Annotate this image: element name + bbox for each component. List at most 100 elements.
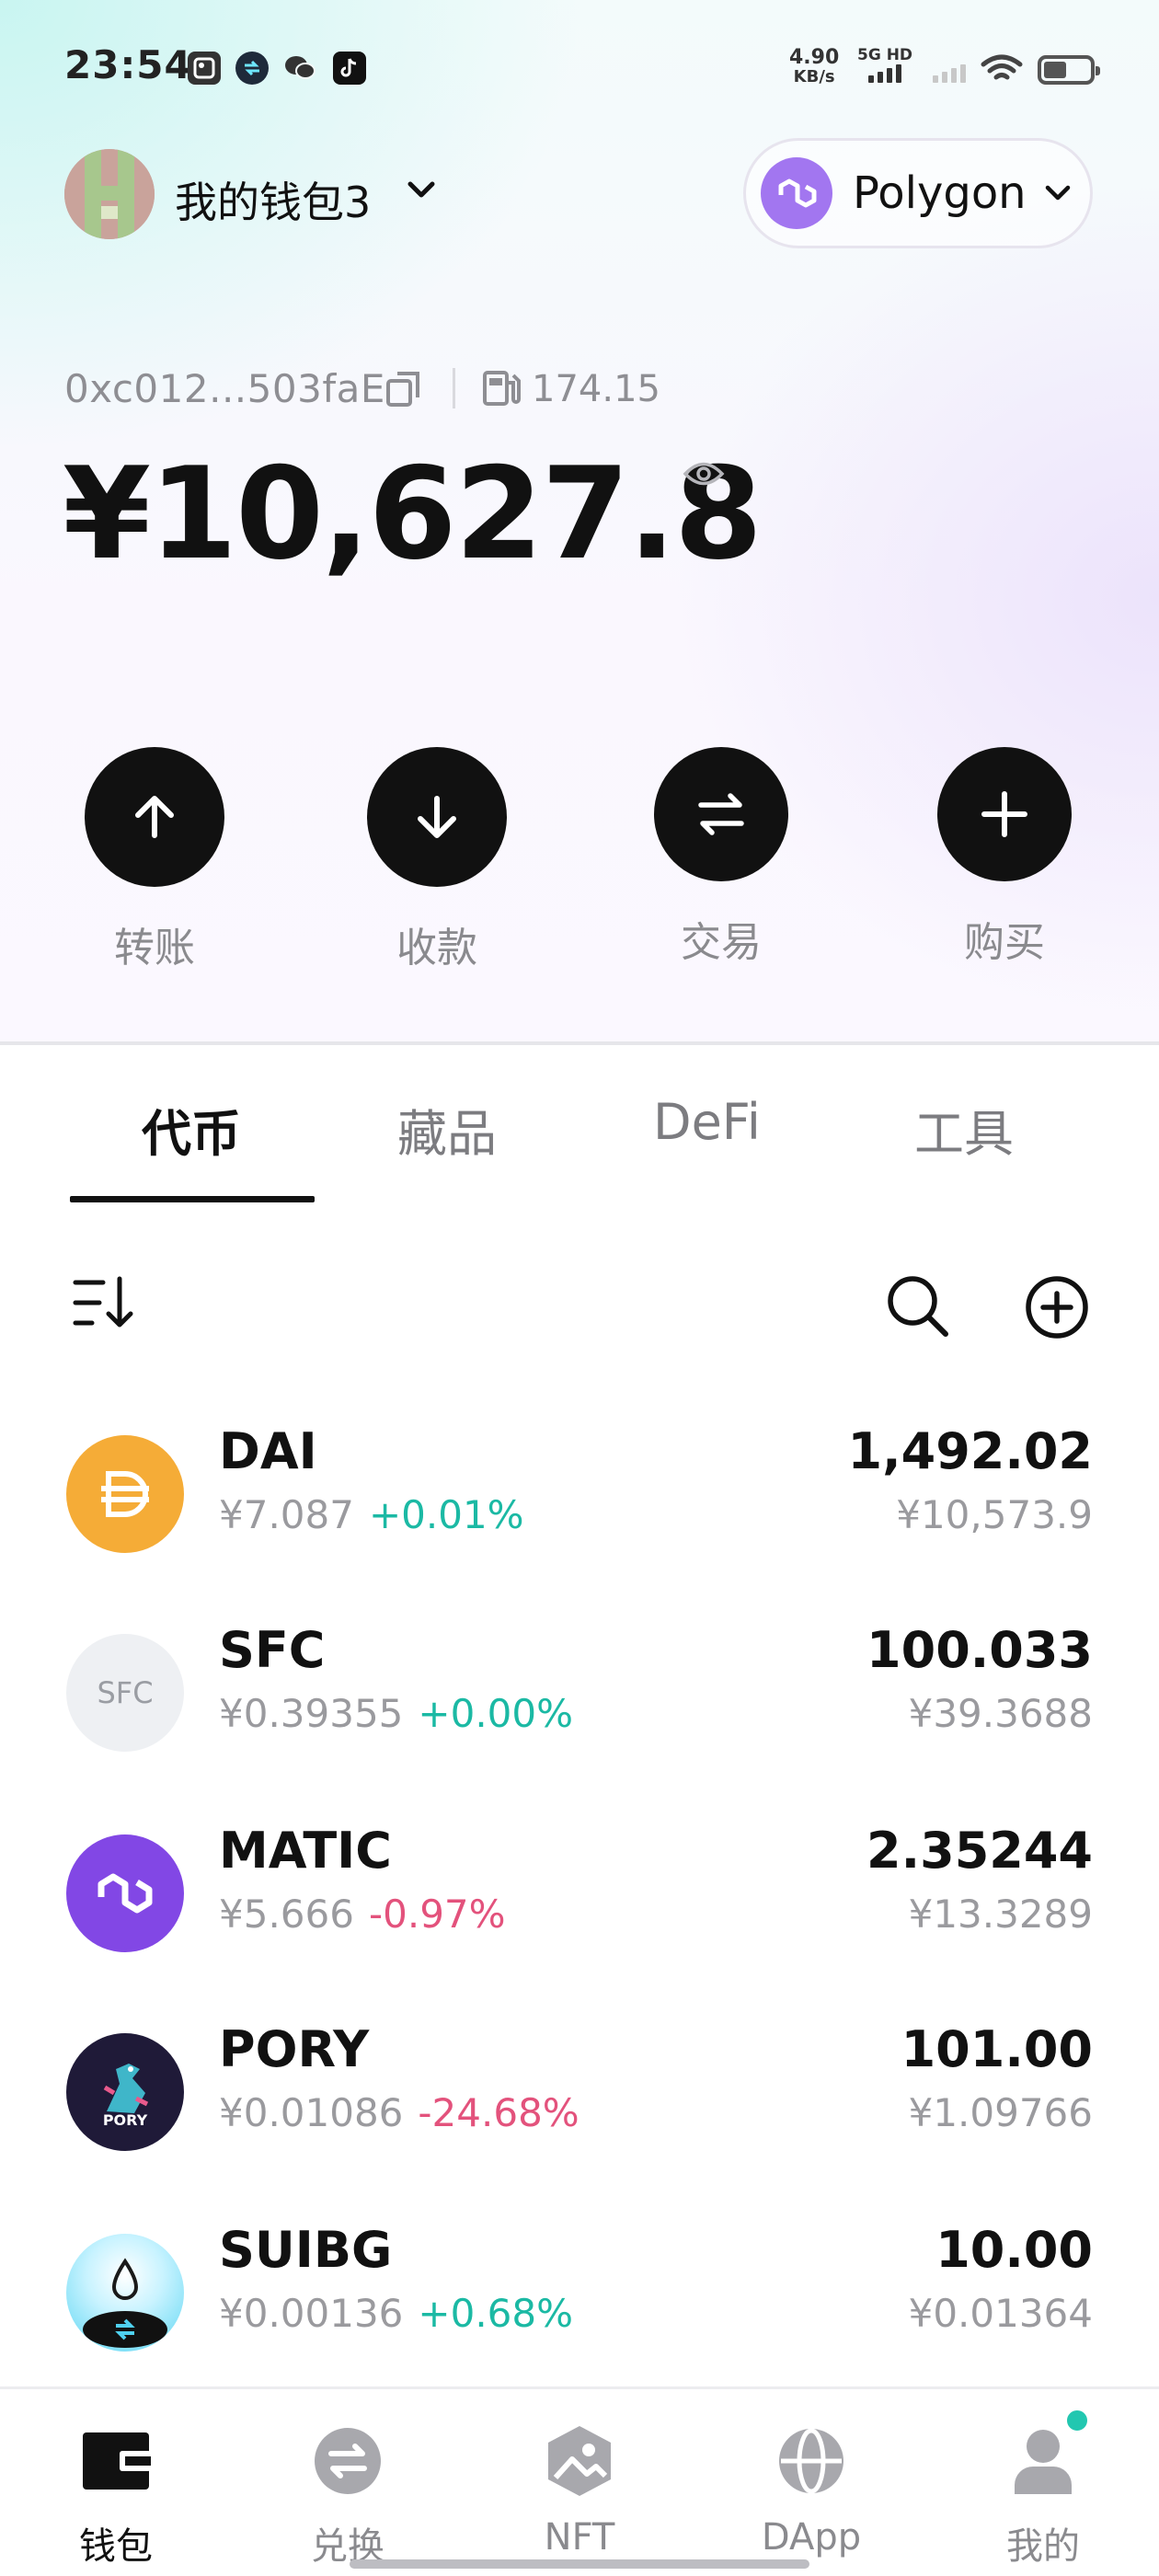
signal-secondary-icon [933, 64, 966, 83]
tab-defi[interactable]: DeFi [653, 1093, 761, 1151]
token-symbol: SUIBG [219, 2221, 393, 2279]
nav-profile-label: 我的 [1006, 2525, 1080, 2568]
chevron-down-icon [1045, 185, 1070, 201]
token-row-dai[interactable]: DAI ¥7.087 +0.01% 1,492.02 ¥10,573.9 [0, 1422, 1159, 1601]
avatar[interactable] [64, 149, 155, 239]
token-row-matic[interactable]: MATIC ¥5.666 -0.97% 2.35244 ¥13.3289 [0, 1822, 1159, 2000]
token-amount: 2.35244 [866, 1822, 1093, 1880]
token-change: -24.68% [418, 2090, 580, 2135]
eye-icon[interactable] [683, 460, 725, 488]
wifi-icon [981, 54, 1023, 80]
dapp-globe-icon [719, 2422, 903, 2500]
add-token-icon[interactable] [1025, 1275, 1089, 1340]
nav-exchange[interactable]: 兑换 [256, 2422, 440, 2570]
tab-tools[interactable]: 工具 [914, 1093, 1014, 1166]
nav-nft-label: NFT [544, 2516, 615, 2559]
token-value: ¥39.3688 [908, 1691, 1093, 1736]
nav-dapp[interactable]: DApp [719, 2422, 903, 2559]
token-price: ¥0.00136 +0.68% [219, 2291, 574, 2336]
signal-icon [868, 64, 901, 83]
nav-wallet-label: 钱包 [79, 2525, 153, 2568]
buy-button[interactable]: 购买 [931, 747, 1078, 968]
sync-app-icon [235, 52, 269, 85]
token-row-sfc[interactable]: SFC SFC ¥0.39355 +0.00% 100.033 ¥39.3688 [0, 1621, 1159, 1800]
nav-nft[interactable]: NFT [488, 2422, 671, 2559]
token-value: ¥0.01364 [908, 2291, 1093, 2336]
swap-icon [654, 747, 788, 881]
home-indicator[interactable] [350, 2559, 809, 2569]
address-divider [453, 368, 455, 408]
token-price: ¥0.01086 -24.68% [219, 2090, 580, 2135]
token-row-suibg[interactable]: SUIBG ¥0.00136 +0.68% 10.00 ¥0.01364 [0, 2221, 1159, 2399]
suibg-logo-icon [66, 2234, 184, 2352]
profile-icon [951, 2422, 1135, 2500]
token-symbol: PORY [219, 2020, 370, 2078]
token-symbol: SFC [219, 1621, 326, 1679]
send-label: 转账 [114, 925, 195, 972]
pory-logo-text: PORY [102, 2110, 148, 2129]
token-change: +0.01% [368, 1492, 524, 1537]
token-value: ¥1.09766 [908, 2090, 1093, 2135]
buy-label: 购买 [964, 919, 1045, 966]
token-amount: 101.00 [901, 2020, 1093, 2078]
chain-selector[interactable]: Polygon [743, 138, 1093, 248]
gallery-app-icon [188, 52, 221, 85]
polygon-logo-icon [761, 157, 832, 229]
nav-wallet[interactable]: 钱包 [24, 2422, 208, 2570]
token-change: +0.68% [418, 2291, 574, 2336]
sort-icon[interactable] [72, 1275, 136, 1332]
token-value: ¥13.3289 [908, 1892, 1093, 1937]
nav-profile[interactable]: 我的 [951, 2422, 1135, 2570]
wechat-icon [283, 52, 316, 85]
sfc-logo-text: SFC [97, 1675, 154, 1710]
battery-icon [1038, 55, 1100, 85]
wallet-name[interactable]: 我的钱包3 [175, 169, 371, 230]
status-time: 23:54 [64, 42, 192, 87]
bottom-navigation: 钱包 兑换 NFT DApp 我的 [0, 2386, 1159, 2576]
token-amount: 10.00 [935, 2221, 1093, 2279]
send-button[interactable]: 转账 [81, 747, 228, 973]
wallet-icon [24, 2422, 208, 2500]
pory-logo-icon: PORY [66, 2033, 184, 2151]
sfc-logo-icon: SFC [66, 1634, 184, 1752]
wallet-address: 0xc012...503faE [64, 366, 385, 411]
dai-logo-icon [66, 1435, 184, 1553]
token-change: +0.00% [418, 1691, 574, 1736]
active-tab-indicator [70, 1196, 315, 1202]
tiktok-icon [333, 52, 366, 85]
gas-pump-icon [483, 371, 521, 406]
total-balance: ¥10,627.8 [63, 440, 763, 588]
token-change: -0.97% [368, 1892, 506, 1937]
arrow-down-icon [367, 747, 507, 887]
tab-collectibles[interactable]: 藏品 [397, 1093, 497, 1166]
gas-fee-value: 174.15 [532, 368, 660, 410]
receive-button[interactable]: 收款 [363, 747, 511, 973]
search-icon[interactable] [885, 1273, 951, 1340]
section-divider [0, 1041, 1159, 1045]
tab-tokens[interactable]: 代币 [142, 1093, 241, 1166]
token-price: ¥7.087 +0.01% [219, 1492, 524, 1537]
nft-icon [488, 2422, 671, 2500]
network-type-label: 5G HD [857, 46, 913, 64]
notification-dot [1063, 2407, 1091, 2434]
token-amount: 1,492.02 [847, 1422, 1093, 1480]
trade-button[interactable]: 交易 [648, 747, 795, 968]
matic-logo-icon [66, 1834, 184, 1952]
token-price: ¥0.39355 +0.00% [219, 1691, 574, 1736]
token-symbol: DAI [219, 1422, 317, 1480]
token-symbol: MATIC [219, 1822, 392, 1880]
chain-name: Polygon [853, 167, 1027, 219]
token-amount: 100.033 [866, 1621, 1093, 1679]
trade-label: 交易 [681, 919, 762, 966]
exchange-icon [256, 2422, 440, 2500]
plus-icon [937, 747, 1072, 881]
token-row-pory[interactable]: PORY PORY ¥0.01086 -24.68% 101.00 ¥1.0976… [0, 2020, 1159, 2199]
nav-dapp-label: DApp [761, 2516, 862, 2559]
receive-label: 收款 [396, 925, 477, 972]
token-value: ¥10,573.9 [896, 1492, 1093, 1537]
arrow-up-icon [85, 747, 224, 887]
network-speed: 4.90 KB/s [789, 46, 840, 87]
chevron-down-icon[interactable] [405, 177, 438, 204]
copy-icon[interactable] [384, 370, 423, 408]
token-price: ¥5.666 -0.97% [219, 1892, 506, 1937]
